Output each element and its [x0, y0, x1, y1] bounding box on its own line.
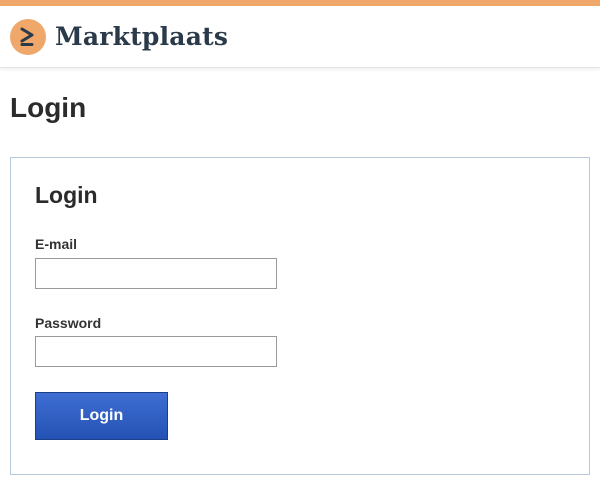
- login-form-panel: Login E-mail Password Login: [10, 157, 590, 475]
- login-form-title: Login: [35, 182, 98, 208]
- page-title: Login: [10, 92, 87, 123]
- site-header: Marktplaats: [0, 6, 600, 68]
- marktplaats-logo-icon[interactable]: [10, 18, 46, 55]
- password-input[interactable]: [35, 336, 277, 367]
- chevron-right-arrow-icon: [20, 27, 34, 46]
- email-input[interactable]: [35, 258, 277, 289]
- login-button[interactable]: Login: [35, 392, 168, 440]
- email-label: E-mail: [35, 236, 78, 252]
- brand-name[interactable]: Marktplaats: [55, 22, 228, 51]
- password-label: Password: [35, 315, 102, 331]
